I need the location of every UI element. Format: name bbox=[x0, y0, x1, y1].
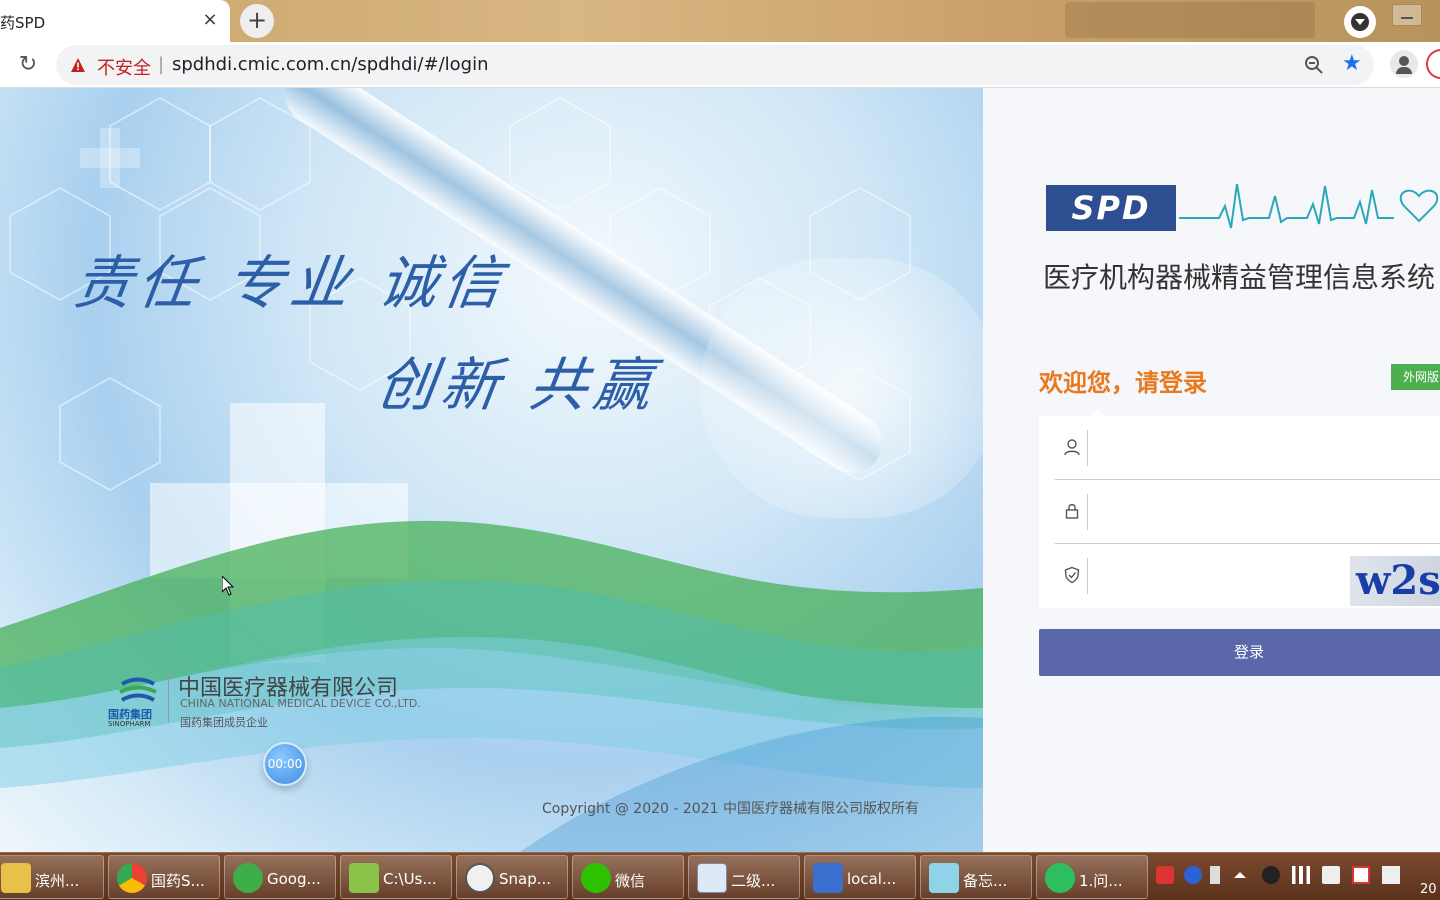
taskbar-item-wechat[interactable]: 微信 bbox=[572, 855, 684, 899]
logo-english-text: SINOPHARM bbox=[108, 720, 151, 728]
captcha-image[interactable]: w2sy bbox=[1350, 556, 1440, 606]
zoom-out-icon[interactable] bbox=[1304, 55, 1324, 75]
ie-icon bbox=[233, 863, 263, 893]
login-button[interactable]: 登录 bbox=[1039, 629, 1440, 676]
remote-desktop-icon bbox=[813, 863, 843, 893]
action-center-flag-icon[interactable] bbox=[1352, 866, 1370, 884]
document-icon bbox=[697, 863, 727, 893]
clock-icon bbox=[465, 863, 495, 893]
warning-icon[interactable] bbox=[70, 57, 86, 73]
slogan-line-1: 责任 专业 诚信 bbox=[69, 249, 512, 317]
taskbar-item-browser[interactable]: Goog... bbox=[224, 855, 336, 899]
folder-icon bbox=[1, 863, 31, 893]
spd-logo: SPD bbox=[1046, 185, 1176, 231]
bookmark-star-icon[interactable]: ★ bbox=[1342, 53, 1364, 75]
company-subtitle: 国药集团成员企业 bbox=[180, 716, 268, 729]
taskbar-item-memo[interactable]: 备忘... bbox=[920, 855, 1032, 899]
password-input[interactable] bbox=[1095, 490, 1440, 534]
form-pointer bbox=[1089, 408, 1105, 416]
system-title: 医疗机构器械精益管理信息系统 bbox=[1043, 261, 1436, 294]
browser-tab-strip: 药SPD × + bbox=[0, 0, 1440, 42]
show-hidden-icons-icon[interactable] bbox=[1234, 872, 1246, 878]
qq-icon[interactable] bbox=[1262, 866, 1280, 884]
lock-icon bbox=[1065, 504, 1079, 519]
slogan-line-2: 创新 共赢 bbox=[372, 351, 663, 419]
taskbar-item-label: 国药S... bbox=[151, 872, 205, 890]
profile-avatar-icon[interactable] bbox=[1390, 50, 1418, 78]
wechat-icon bbox=[581, 863, 611, 893]
login-panel: SPD 医疗机构器械精益管理信息系统 欢迎您，请登录 外网版 w2s 登录 bbox=[983, 88, 1440, 852]
hero-banner: 责任 专业 诚信 创新 共赢 国药集团 SINOPHARM 中国医疗器械有限公司… bbox=[0, 88, 983, 852]
taskbar-item-label: local... bbox=[847, 870, 897, 888]
captcha-input[interactable] bbox=[1095, 554, 1335, 598]
tab-close-icon[interactable]: × bbox=[200, 8, 220, 32]
taskbar-item-snap[interactable]: Snap... bbox=[456, 855, 568, 899]
field-divider bbox=[1087, 558, 1088, 594]
taskbar-clock[interactable]: 20 bbox=[1420, 882, 1437, 897]
taskbar-item-remote-desktop[interactable]: local... bbox=[804, 855, 916, 899]
browser-toolbar: ↻ 不安全 | spdhdi.cmic.com.cn/spdhdi/#/logi… bbox=[0, 42, 1440, 88]
login-form: w2sy bbox=[1039, 416, 1440, 608]
wave-graphic bbox=[0, 520, 983, 852]
taskbar-item-explorer[interactable]: 滨州... bbox=[0, 855, 104, 899]
username-row bbox=[1055, 416, 1440, 480]
field-divider bbox=[1087, 430, 1088, 466]
new-tab-button[interactable]: + bbox=[240, 4, 274, 38]
network-signal-icon[interactable] bbox=[1292, 866, 1310, 884]
not-secure-label[interactable]: 不安全 bbox=[97, 54, 151, 80]
blurred-tab-area bbox=[1065, 2, 1315, 38]
network-badge[interactable]: 外网版 bbox=[1391, 364, 1440, 390]
taskbar-item-label: 滨州... bbox=[35, 872, 80, 890]
taskbar-item-label: 微信 bbox=[615, 872, 646, 890]
minimize-window-button[interactable] bbox=[1392, 4, 1422, 26]
memo-icon bbox=[929, 863, 959, 893]
browser-tab[interactable]: 药SPD × bbox=[0, 0, 230, 42]
mouse-cursor-icon bbox=[222, 576, 234, 596]
url-separator: | bbox=[158, 54, 165, 75]
captcha-row: w2sy bbox=[1055, 544, 1440, 608]
taskbar-item-notepad[interactable]: C:\Us... bbox=[340, 855, 452, 899]
input-method-icon[interactable] bbox=[1156, 866, 1174, 884]
taskbar-item-chrome[interactable]: 国药S... bbox=[108, 855, 220, 899]
user-icon bbox=[1064, 439, 1080, 456]
address-bar[interactable]: 不安全 | spdhdi.cmic.com.cn/spdhdi/#/login … bbox=[56, 45, 1374, 85]
volume-icon[interactable] bbox=[1322, 866, 1340, 884]
shield-check-icon bbox=[1064, 566, 1080, 584]
tray-settings-icon[interactable] bbox=[1210, 866, 1220, 884]
heartbeat-line-icon bbox=[1179, 183, 1439, 229]
system-tray: 20 bbox=[1150, 852, 1440, 900]
recording-timer[interactable]: 00:00 bbox=[263, 742, 307, 786]
taskbar-item-document[interactable]: 二级... bbox=[688, 855, 800, 899]
url-text[interactable]: spdhdi.cmic.com.cn/spdhdi/#/login bbox=[172, 54, 489, 75]
chrome-icon bbox=[117, 863, 147, 893]
taskbar-item-label: Snap... bbox=[499, 870, 552, 888]
username-input[interactable] bbox=[1095, 426, 1440, 470]
logo-divider bbox=[168, 670, 169, 722]
password-row bbox=[1055, 480, 1440, 544]
taskbar-item-evernote[interactable]: 1.问... bbox=[1036, 855, 1148, 899]
copyright-text: Copyright @ 2020 - 2021 中国医疗器械有限公司版权所有 bbox=[542, 801, 919, 817]
login-page: 责任 专业 诚信 创新 共赢 国药集团 SINOPHARM 中国医疗器械有限公司… bbox=[0, 88, 1440, 852]
company-name-en: CHINA NATIONAL MEDICAL DEVICE CO.,LTD. bbox=[180, 697, 421, 710]
field-divider bbox=[1087, 494, 1088, 530]
welcome-heading: 欢迎您，请登录 bbox=[1039, 369, 1207, 397]
taskbar-item-label: Goog... bbox=[267, 870, 321, 888]
power-icon[interactable] bbox=[1382, 866, 1400, 884]
extension-icon[interactable] bbox=[1426, 49, 1440, 79]
tab-search-icon[interactable] bbox=[1344, 6, 1376, 38]
taskbar-item-label: C:\Us... bbox=[383, 870, 437, 888]
evernote-icon bbox=[1045, 863, 1075, 893]
help-icon[interactable] bbox=[1184, 866, 1202, 884]
taskbar-item-label: 1.问... bbox=[1079, 872, 1123, 890]
taskbar-item-label: 二级... bbox=[731, 872, 776, 890]
taskbar-item-label: 备忘... bbox=[963, 872, 1008, 890]
reload-icon[interactable]: ↻ bbox=[14, 52, 42, 78]
notepad-icon bbox=[349, 863, 379, 893]
tab-title: 药SPD bbox=[0, 14, 46, 32]
